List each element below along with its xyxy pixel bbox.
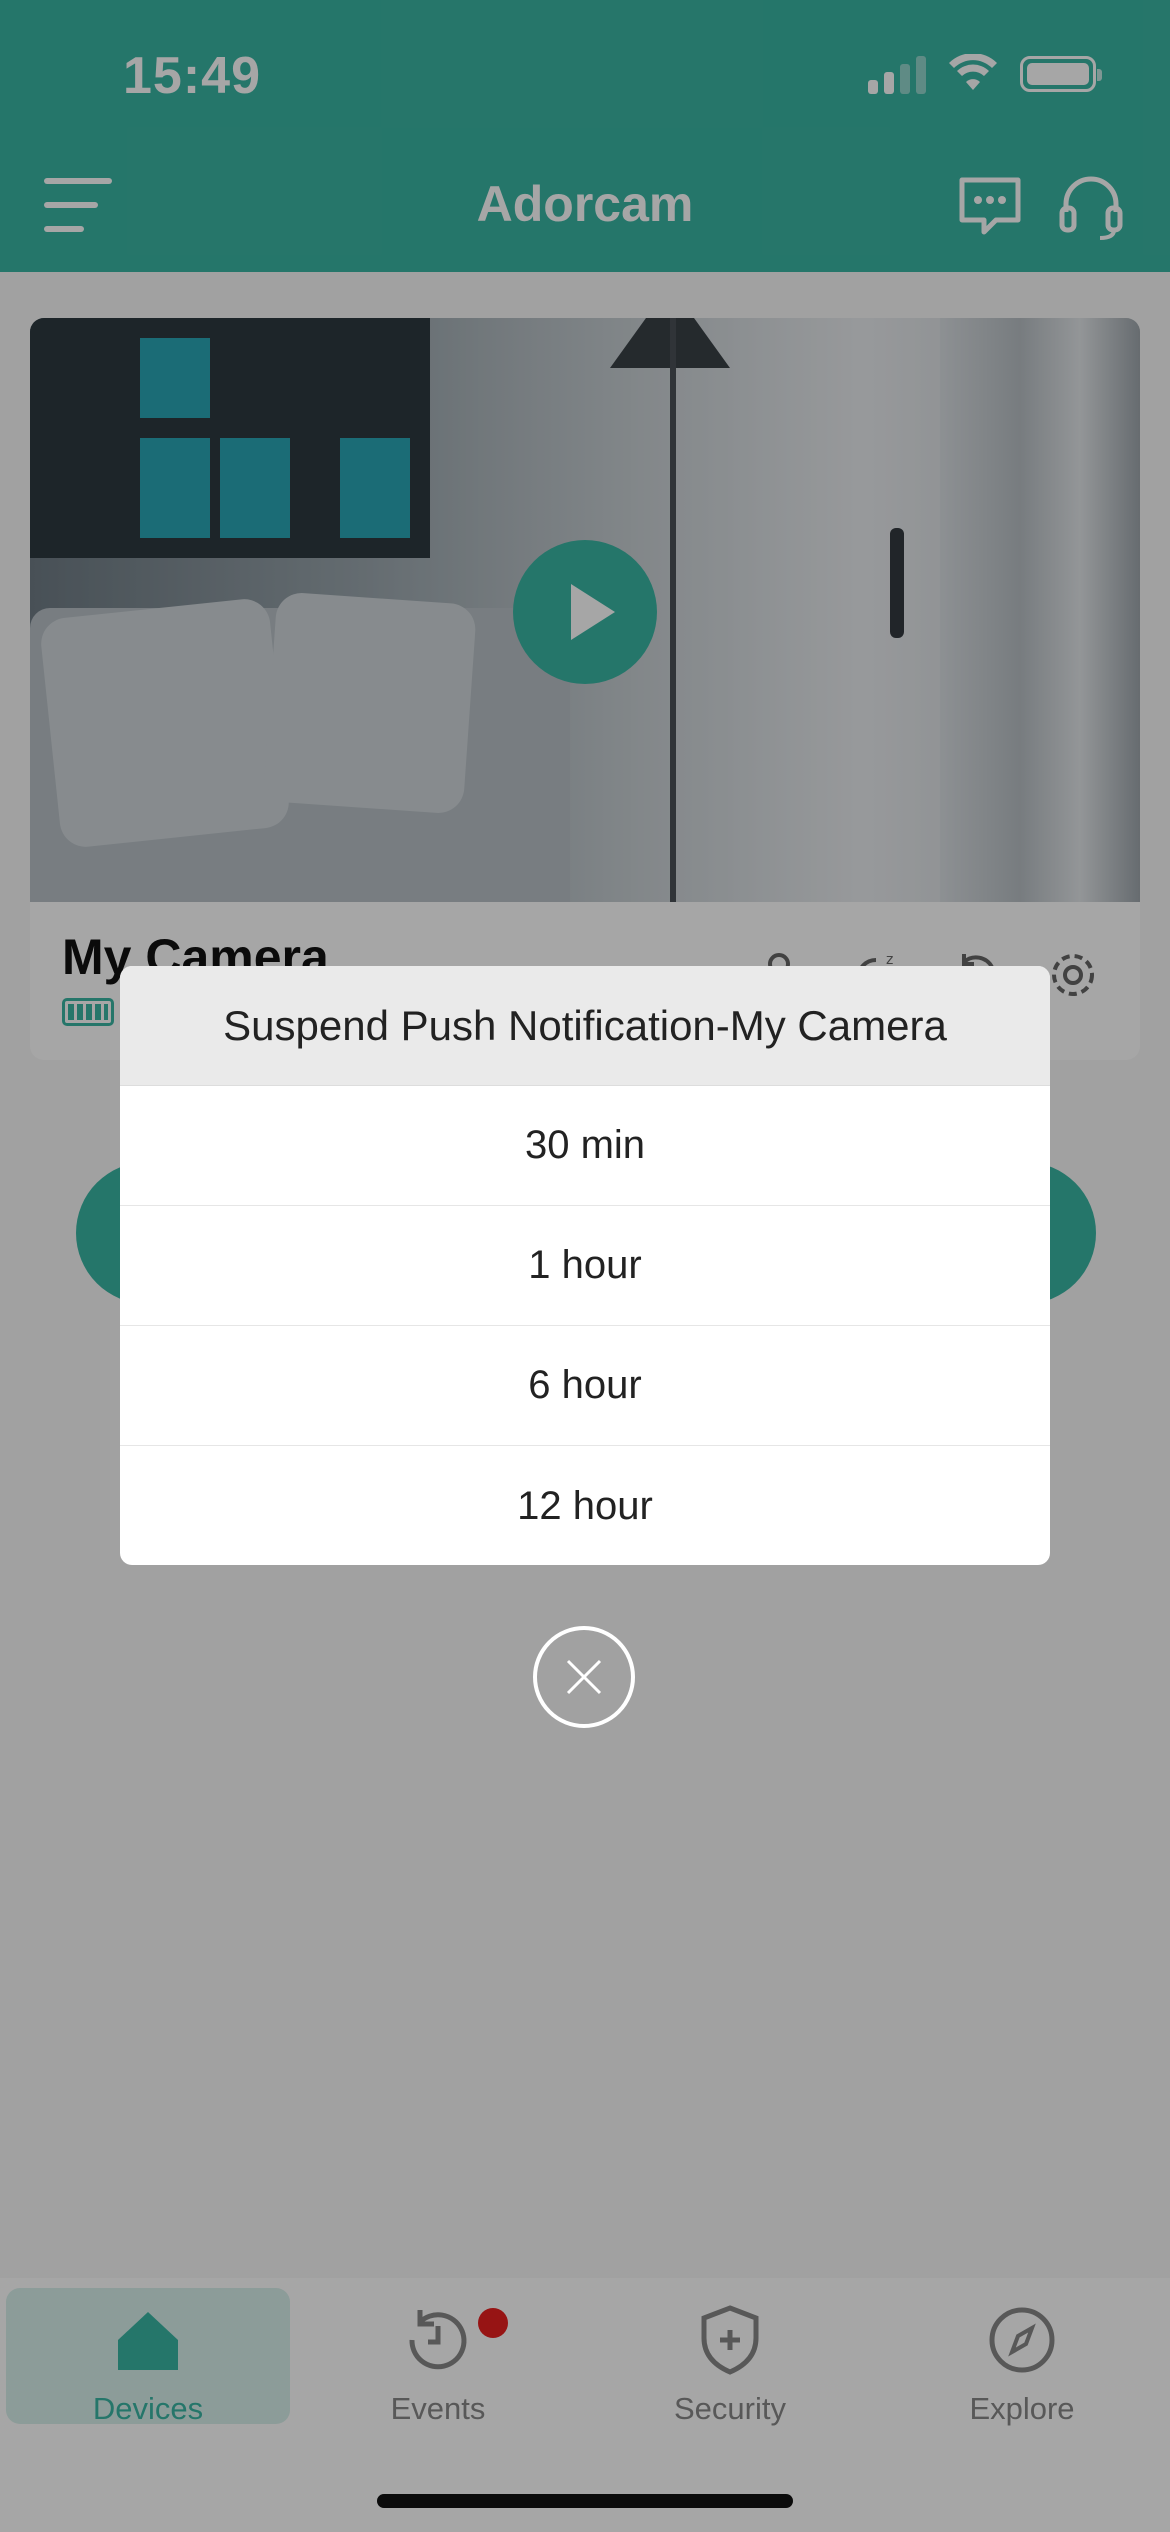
dialog-title: Suspend Push Notification-My Camera [120, 966, 1050, 1086]
suspend-notification-dialog: Suspend Push Notification-My Camera 30 m… [120, 966, 1050, 1565]
option-6-hour[interactable]: 6 hour [120, 1326, 1050, 1446]
option-1-hour[interactable]: 1 hour [120, 1206, 1050, 1326]
option-12-hour[interactable]: 12 hour [120, 1446, 1050, 1565]
close-dialog-button[interactable] [533, 1626, 635, 1728]
option-30-min[interactable]: 30 min [120, 1086, 1050, 1206]
close-icon [566, 1659, 602, 1695]
